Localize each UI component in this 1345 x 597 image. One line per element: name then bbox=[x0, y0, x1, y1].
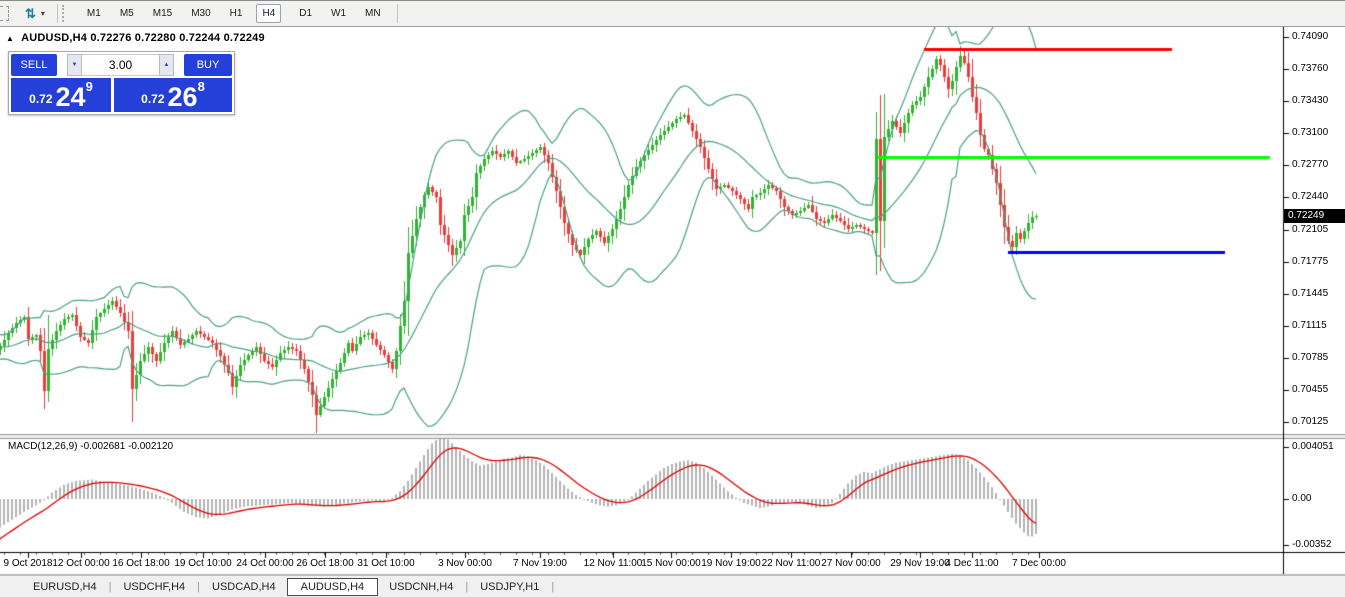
timeframe-button-d1[interactable]: D1 bbox=[298, 5, 313, 22]
tab-usdcad-h4[interactable]: USDCAD,H4 bbox=[201, 579, 287, 595]
tab-eurusd-h4[interactable]: EURUSD,H4 bbox=[22, 579, 108, 595]
toolbar-separator bbox=[397, 4, 398, 23]
time-tick-label: 19 Nov 19:00 bbox=[701, 558, 761, 569]
trade-panel-prices: 0.72 24 9 0.72 26 8 bbox=[11, 78, 232, 112]
buy-price-pip: 8 bbox=[198, 79, 205, 94]
price-tick-label: 0.70125 bbox=[1292, 416, 1328, 427]
dropdown-arrow-icon[interactable]: ▾ bbox=[41, 10, 45, 18]
time-tick-label: 29 Nov 19:00 bbox=[890, 558, 950, 569]
current-price-tag: 0.72249 bbox=[1284, 209, 1345, 223]
price-tick-label: 0.71445 bbox=[1292, 288, 1328, 299]
macd-tick-label: -0.00352 bbox=[1292, 539, 1331, 550]
price-tick-label: 0.72105 bbox=[1292, 224, 1328, 235]
time-tick-label: 7 Dec 00:00 bbox=[1012, 558, 1066, 569]
time-tick-label: 15 Nov 00:00 bbox=[641, 558, 701, 569]
price-tick-label: 0.74090 bbox=[1292, 31, 1328, 42]
chart-tabs-bar: EURUSD,H4|USDCHF,H4|USDCAD,H4AUDUSD,H4US… bbox=[0, 575, 1345, 597]
timeframe-button-m30[interactable]: M30 bbox=[190, 5, 211, 22]
time-tick-label: 31 Oct 10:00 bbox=[357, 558, 414, 569]
trade-panel-controls: SELL ▼ ▲ BUY bbox=[11, 54, 232, 76]
timeframe-toolbar: M1 M5 M15 M30 H1 H4 D1 W1 MN bbox=[69, 4, 382, 23]
arrows-glyph: ⇅ bbox=[25, 7, 36, 20]
mt4-window: ⇅ ▾ M1 M5 M15 M30 H1 H4 D1 W1 MN ▲ AUDUSD,H4 0.7… bbox=[0, 0, 1345, 597]
one-click-trading-panel: SELL ▼ ▲ BUY 0.72 24 9 0.72 26 8 bbox=[8, 51, 235, 115]
arrange-symbols-icon[interactable]: ⇅ ▾ bbox=[25, 7, 45, 20]
tab-audusd-h4[interactable]: AUDUSD,H4 bbox=[287, 578, 379, 596]
time-tick-label: 19 Oct 10:00 bbox=[174, 558, 231, 569]
ohlc-text: AUDUSD,H4 0.72276 0.72280 0.72244 0.7224… bbox=[21, 32, 265, 44]
buy-price-prefix: 0.72 bbox=[141, 92, 164, 106]
collapse-panel-arrow-icon[interactable]: ▲ bbox=[6, 34, 14, 43]
price-tick-label: 0.72770 bbox=[1292, 159, 1328, 170]
timeframe-button-mn[interactable]: MN bbox=[364, 5, 382, 22]
buy-price-button[interactable]: 0.72 26 8 bbox=[114, 78, 232, 112]
timeframe-button-w1[interactable]: W1 bbox=[330, 5, 347, 22]
timeframe-button-m1[interactable]: M1 bbox=[86, 5, 102, 22]
timeframe-button-h4[interactable]: H4 bbox=[256, 4, 281, 23]
price-tick-label: 0.73430 bbox=[1292, 95, 1328, 106]
time-tick-label: 12 Oct 00:00 bbox=[52, 558, 109, 569]
tab-separator: | bbox=[550, 581, 555, 593]
price-tick-label: 0.71775 bbox=[1292, 256, 1328, 267]
macd-tick-label: 0.004051 bbox=[1292, 441, 1334, 452]
macd-indicator-label: MACD(12,26,9) -0.002681 -0.002120 bbox=[8, 441, 173, 452]
tab-usdjpy-h1[interactable]: USDJPY,H1 bbox=[469, 579, 550, 595]
macd-tick-label: 0.00 bbox=[1292, 493, 1311, 504]
price-tick-label: 0.72440 bbox=[1292, 191, 1328, 202]
time-tick-label: 3 Nov 00:00 bbox=[438, 558, 492, 569]
time-tick-label: 24 Oct 00:00 bbox=[236, 558, 293, 569]
price-tick-label: 0.73100 bbox=[1292, 127, 1328, 138]
selection-box-icon[interactable] bbox=[0, 6, 9, 21]
time-tick-label: 22 Nov 11:00 bbox=[762, 558, 821, 569]
price-tick-label: 0.70785 bbox=[1292, 352, 1328, 363]
time-tick-label: 16 Oct 18:00 bbox=[112, 558, 169, 569]
buy-button[interactable]: BUY bbox=[184, 54, 232, 76]
time-tick-label: 26 Oct 18:00 bbox=[296, 558, 353, 569]
tab-usdchf-h4[interactable]: USDCHF,H4 bbox=[112, 579, 196, 595]
volume-increase-button[interactable]: ▲ bbox=[159, 54, 174, 76]
timeframe-button-m15[interactable]: M15 bbox=[152, 5, 173, 22]
sell-price-prefix: 0.72 bbox=[29, 92, 52, 106]
time-tick-label: 4 Dec 11:00 bbox=[945, 558, 998, 569]
timeframe-button-h1[interactable]: H1 bbox=[229, 5, 244, 22]
buy-price-main: 26 bbox=[168, 84, 198, 110]
time-tick-label: 9 Oct 2018 bbox=[4, 558, 53, 569]
tab-usdcnh-h4[interactable]: USDCNH,H4 bbox=[378, 579, 464, 595]
sell-button[interactable]: SELL bbox=[11, 54, 57, 76]
sell-price-main: 24 bbox=[56, 84, 86, 110]
timeframe-button-m5[interactable]: M5 bbox=[119, 5, 135, 22]
toolbar-separator bbox=[57, 4, 58, 23]
price-tick-label: 0.70455 bbox=[1292, 384, 1328, 395]
price-tick-label: 0.73760 bbox=[1292, 63, 1328, 74]
toolbar: ⇅ ▾ M1 M5 M15 M30 H1 H4 D1 W1 MN bbox=[0, 1, 1345, 27]
toolbar-grip[interactable] bbox=[62, 5, 67, 22]
time-tick-label: 7 Nov 19:00 bbox=[513, 558, 567, 569]
price-tick-label: 0.71115 bbox=[1292, 320, 1327, 331]
sell-price-button[interactable]: 0.72 24 9 bbox=[11, 78, 111, 112]
sell-price-pip: 9 bbox=[86, 79, 93, 94]
volume-decrease-button[interactable]: ▼ bbox=[67, 54, 82, 76]
time-tick-label: 27 Nov 00:00 bbox=[821, 558, 881, 569]
volume-input[interactable] bbox=[82, 54, 159, 76]
chart-ohlc-title: ▲ AUDUSD,H4 0.72276 0.72280 0.72244 0.72… bbox=[6, 32, 265, 44]
time-tick-label: 12 Nov 11:00 bbox=[584, 558, 643, 569]
